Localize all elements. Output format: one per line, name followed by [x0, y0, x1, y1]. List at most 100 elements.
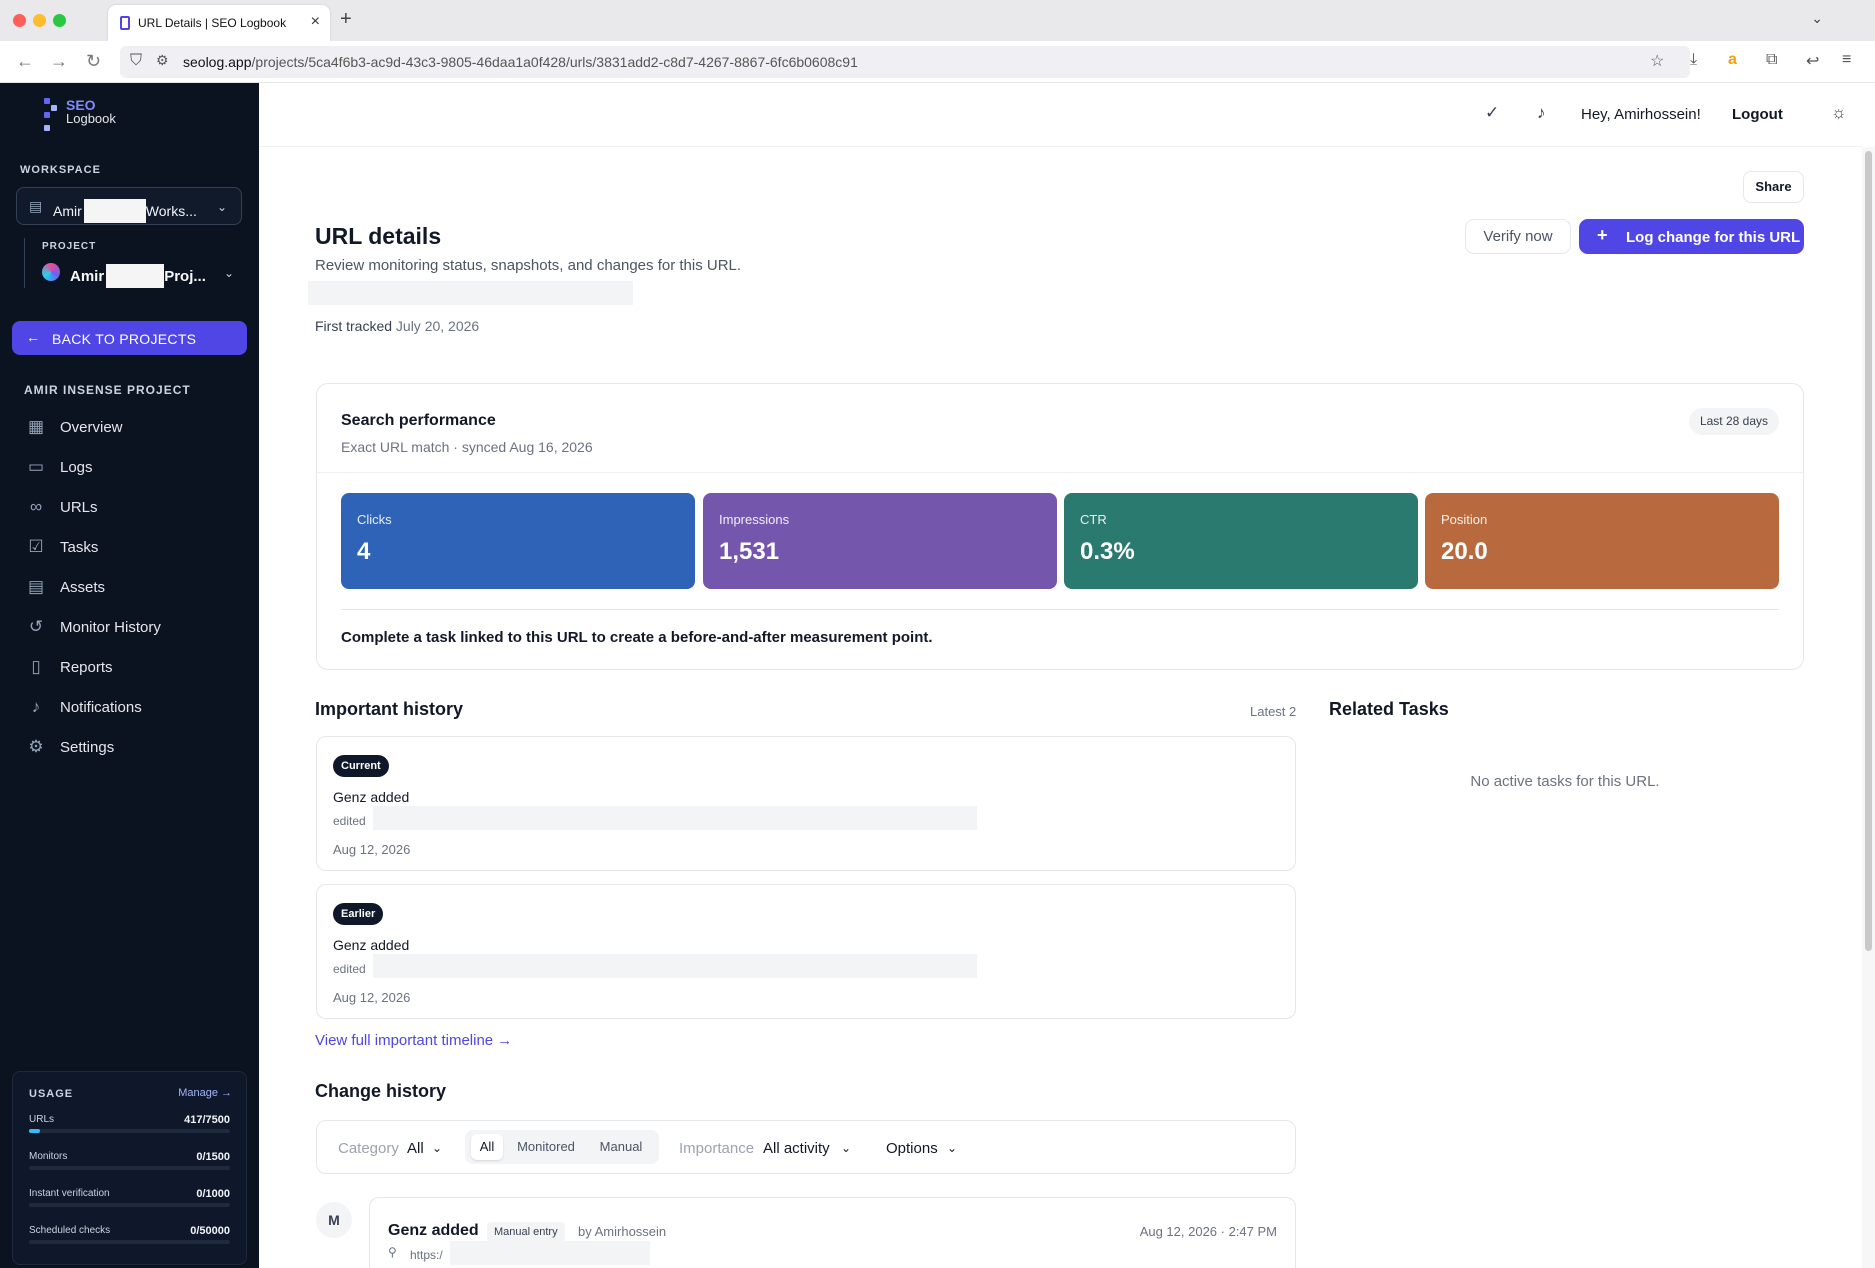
checkbox-icon: ☑	[28, 537, 44, 556]
redacted-block	[450, 1241, 650, 1265]
metric-impressions: Impressions 1,531	[703, 493, 1057, 589]
shield-icon: ⛉	[130, 52, 143, 69]
close-tab-icon[interactable]: ×	[311, 13, 320, 31]
change-entry[interactable]: Genz added Manual entry by Amirhossein A…	[369, 1197, 1296, 1268]
bell-icon[interactable]: ♪	[1537, 103, 1546, 123]
sidebar-item-notifications[interactable]: ♪ Notifications	[22, 692, 242, 722]
sidebar-item-urls[interactable]: ∞ URLs	[22, 492, 242, 522]
app-header: ✓ ♪ Hey, Amirhossein! Logout ☼	[259, 83, 1862, 147]
chevron-down-icon[interactable]: ⌄	[1811, 10, 1823, 27]
change-history-title: Change history	[315, 1081, 447, 1101]
redacted-block	[373, 954, 977, 978]
forward-arrow-icon[interactable]: →	[50, 51, 68, 72]
page-subtitle: Review monitoring status, snapshots, and…	[315, 257, 742, 274]
amazon-extension-icon[interactable]: a	[1728, 51, 1737, 69]
address-bar[interactable]: ⛉ ⚙ seolog.app/projects/5ca4f6b3-ac9d-43…	[120, 46, 1690, 78]
sidebar-item-overview[interactable]: ▦ Overview	[22, 412, 242, 442]
clipboard-icon: ▯	[31, 657, 41, 676]
building-icon: ▤	[27, 577, 45, 596]
importance-select[interactable]: All activity	[763, 1140, 830, 1157]
logout-button[interactable]: Logout	[1732, 106, 1783, 123]
first-tracked: First tracked July 20, 2026	[315, 318, 480, 334]
bookmark-star-icon[interactable]: ☆	[1650, 51, 1664, 71]
permissions-icon[interactable]: ⚙	[156, 52, 169, 69]
back-arrow-icon[interactable]: ←	[16, 51, 34, 72]
workspace-select[interactable]: ▤ Amir Works... ⌄	[16, 187, 242, 225]
arrow-left-icon: ←	[26, 329, 40, 345]
verify-now-button[interactable]: Verify now	[1465, 219, 1571, 254]
back-to-projects-button[interactable]: ← BACK TO PROJECTS	[12, 321, 247, 355]
avatar: M	[316, 1202, 352, 1238]
sidebar-item-settings[interactable]: ⚙ Settings	[22, 732, 242, 762]
redacted-block	[106, 264, 165, 288]
share-button[interactable]: Share	[1743, 171, 1804, 203]
usage-bar	[29, 1203, 230, 1207]
latest-count: Latest 2	[1250, 704, 1297, 719]
source-segmented-control: All Monitored Manual	[465, 1130, 659, 1164]
segment-manual[interactable]: Manual	[589, 1134, 653, 1160]
maximize-window-button[interactable]	[53, 14, 66, 27]
segment-monitored[interactable]: Monitored	[509, 1134, 583, 1160]
view-timeline-link[interactable]: View full important timeline →	[315, 1032, 512, 1049]
building-icon: ▤	[29, 198, 43, 214]
chevron-down-icon[interactable]: ⌄	[841, 1141, 851, 1155]
history-item[interactable]: Current Genz added edited Aug 12, 2026	[316, 736, 1296, 871]
reload-icon[interactable]: ↻	[86, 51, 101, 72]
undo-arrow-icon[interactable]: ↩	[1806, 51, 1819, 71]
sidebar-item-reports[interactable]: ▯ Reports	[22, 652, 242, 682]
sun-icon[interactable]: ☼	[1831, 103, 1847, 123]
menu-icon[interactable]: ≡	[1842, 51, 1851, 69]
sidebar: SEO Logbook WORKSPACE ▤ Amir Works... ⌄ P…	[0, 83, 259, 1268]
page-scrollbar[interactable]	[1862, 147, 1875, 1268]
category-select[interactable]: All	[407, 1140, 424, 1157]
favicon-icon	[120, 16, 130, 30]
manage-link[interactable]: Manage →	[178, 1087, 232, 1099]
download-icon[interactable]: ⤓	[1690, 51, 1697, 69]
minimize-window-button[interactable]	[33, 14, 46, 27]
project-select[interactable]: Amir Proj...	[70, 264, 206, 288]
entry-type-badge: Manual entry	[487, 1222, 565, 1242]
status-badge: Current	[333, 755, 389, 777]
sidebar-item-logs[interactable]: ▭ Logs	[22, 452, 242, 482]
sidebar-item-tasks[interactable]: ☑ Tasks	[22, 532, 242, 562]
status-badge: Earlier	[333, 903, 384, 925]
extensions-icon[interactable]: ⧉	[1766, 51, 1777, 69]
chevron-down-icon[interactable]: ⌄	[947, 1141, 957, 1155]
history-item[interactable]: Earlier Genz added edited Aug 12, 2026	[316, 884, 1296, 1019]
log-change-button[interactable]: + Log change for this URL	[1579, 219, 1804, 254]
usage-panel: USAGE Manage → URLs 417/7500 Monitors 0/15…	[12, 1071, 247, 1265]
redacted-block	[83, 199, 146, 223]
date-range-badge: Last 28 days	[1688, 408, 1779, 435]
project-avatar	[42, 263, 60, 281]
logo-icon	[44, 98, 58, 132]
chevron-down-icon[interactable]: ⌄	[432, 1141, 442, 1155]
close-window-button[interactable]	[13, 14, 26, 27]
page-title: URL details	[315, 223, 442, 249]
check-circle-icon[interactable]: ✓	[1485, 103, 1499, 123]
related-tasks-title: Related Tasks	[1329, 699, 1449, 719]
redacted-url	[308, 281, 633, 305]
tab-title: URL Details | SEO Logbook	[138, 16, 287, 30]
chevron-down-icon: ⌄	[216, 200, 227, 214]
address-text: seolog.app/projects/5ca4f6b3-ac9d-43c3-9…	[183, 54, 858, 70]
workspace-label: WORKSPACE	[20, 164, 101, 176]
sidebar-item-assets[interactable]: ▤ Assets	[22, 572, 242, 602]
history-icon: ↺	[28, 617, 44, 636]
search-performance-subtitle: Exact URL match · synced Aug 16, 2026	[341, 439, 593, 455]
options-menu[interactable]: Options	[886, 1140, 938, 1157]
bell-icon: ♪	[31, 697, 41, 716]
segment-all[interactable]: All	[471, 1134, 503, 1160]
gear-icon: ⚙	[28, 737, 44, 756]
browser-tab-active[interactable]: URL Details | SEO Logbook ×	[108, 5, 330, 41]
redacted-block	[373, 806, 977, 830]
sidebar-item-monitor-history[interactable]: ↺ Monitor History	[22, 612, 242, 642]
usage-bar	[29, 1166, 230, 1170]
empty-tasks-message: No active tasks for this URL.	[1470, 773, 1660, 790]
chevron-down-icon[interactable]: ⌄	[224, 266, 234, 280]
logo[interactable]: SEO Logbook	[66, 98, 116, 125]
new-tab-icon[interactable]: +	[340, 8, 352, 31]
measurement-note: Complete a task linked to this URL to cr…	[341, 629, 933, 646]
user-greeting: Hey, Amirhossein!	[1581, 106, 1701, 123]
document-icon: ▭	[27, 457, 45, 476]
browser-nav-bar: ← → ↻ ⛉ ⚙ seolog.app/projects/5ca4f6b3-a…	[0, 41, 1875, 83]
